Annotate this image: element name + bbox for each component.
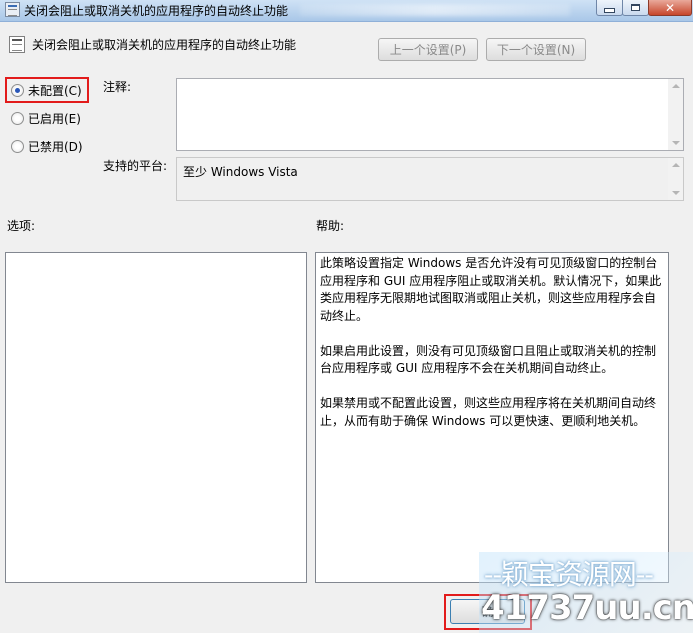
next-setting-button[interactable]: 下一个设置(N) <box>486 38 586 61</box>
close-button[interactable]: ✕ <box>648 0 692 16</box>
scroll-down-icon[interactable] <box>672 191 680 195</box>
minimize-icon <box>604 7 615 13</box>
radio-enabled[interactable]: 已启用(E) <box>11 110 81 127</box>
radio-empty-icon[interactable] <box>11 112 24 125</box>
help-paragraph: 此策略设置指定 Windows 是否允许没有可见顶级窗口的控制台应用程序和 GU… <box>320 256 662 323</box>
policy-app-icon <box>5 2 20 17</box>
maximize-button[interactable] <box>622 0 649 16</box>
help-panel: 此策略设置指定 Windows 是否允许没有可见顶级窗口的控制台应用程序和 GU… <box>315 252 669 583</box>
comment-label: 注释: <box>103 80 132 94</box>
watermark-site-name: --颖宝资源网-- <box>484 558 654 591</box>
close-icon: ✕ <box>664 0 676 15</box>
comment-textarea[interactable] <box>176 78 684 151</box>
help-label: 帮助: <box>316 219 345 233</box>
radio-label: 已启用(E) <box>28 112 81 126</box>
platform-value: 至少 Windows Vista <box>183 165 298 179</box>
minimize-button[interactable] <box>596 0 623 16</box>
title-bar-glass <box>300 4 570 16</box>
scroll-down-icon[interactable] <box>672 141 680 145</box>
watermark-domain: 41737uu.cn <box>481 588 693 628</box>
platform-scrollbar[interactable] <box>668 158 683 200</box>
setting-name: 关闭会阻止或取消关机的应用程序的自动终止功能 <box>32 38 297 52</box>
options-label: 选项: <box>7 219 36 233</box>
radio-label: 未配置(C) <box>28 84 82 98</box>
options-panel <box>5 252 307 583</box>
help-paragraph: 如果启用此设置，则没有可见顶级窗口且阻止或取消关机的控制台应用程序或 GUI 应… <box>320 343 657 376</box>
radio-selected-icon[interactable] <box>11 84 24 97</box>
platform-field: 至少 Windows Vista <box>176 157 684 201</box>
help-paragraph: 如果禁用或不配置此设置，则这些应用程序将在关机期间自动终止，从而有助于确保 Wi… <box>320 396 657 428</box>
radio-label: 已禁用(D) <box>28 140 83 154</box>
comment-scrollbar[interactable] <box>668 79 683 150</box>
scroll-up-icon[interactable] <box>672 84 680 88</box>
radio-not-configured[interactable]: 未配置(C) <box>11 82 82 99</box>
radio-disabled[interactable]: 已禁用(D) <box>11 138 83 155</box>
window-title: 关闭会阻止或取消关机的应用程序的自动终止功能 <box>24 4 289 18</box>
platform-label: 支持的平台: <box>103 159 168 173</box>
scroll-up-icon[interactable] <box>672 163 680 167</box>
maximize-icon <box>631 4 640 11</box>
radio-empty-icon[interactable] <box>11 140 24 153</box>
previous-setting-button[interactable]: 上一个设置(P) <box>378 38 478 61</box>
setting-icon <box>9 36 25 53</box>
